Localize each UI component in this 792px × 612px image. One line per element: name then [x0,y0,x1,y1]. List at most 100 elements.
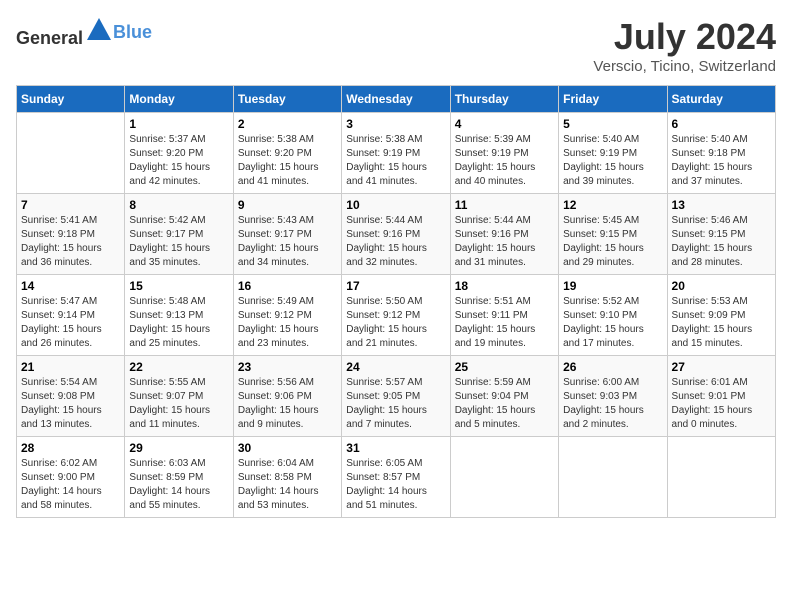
day-number: 10 [346,198,445,212]
calendar-cell: 28 Sunrise: 6:02 AMSunset: 9:00 PMDayligh… [17,437,125,518]
day-info: Sunrise: 5:42 AMSunset: 9:17 PMDaylight:… [129,214,228,270]
day-info: Sunrise: 6:01 AMSunset: 9:01 PMDaylight:… [672,376,771,432]
calendar-cell: 15 Sunrise: 5:48 AMSunset: 9:13 PMDayligh… [125,275,233,356]
calendar-cell [17,113,125,194]
day-info: Sunrise: 5:39 AMSunset: 9:19 PMDaylight:… [455,133,554,189]
day-info: Sunrise: 5:45 AMSunset: 9:15 PMDaylight:… [563,214,662,270]
day-info: Sunrise: 5:40 AMSunset: 9:18 PMDaylight:… [672,133,771,189]
calendar-body: 1Sunrise: 5:37 AMSunset: 9:20 PMDaylight… [17,113,776,518]
day-info: Sunrise: 5:41 AMSunset: 9:18 PMDaylight:… [21,214,120,270]
calendar-cell [450,437,558,518]
calendar-cell [667,437,775,518]
day-info: Sunrise: 5:43 AMSunset: 9:17 PMDaylight:… [238,214,337,270]
calendar-cell: 22 Sunrise: 5:55 AMSunset: 9:07 PMDayligh… [125,356,233,437]
day-info: Sunrise: 5:44 AMSunset: 9:16 PMDaylight:… [455,214,554,270]
calendar-cell: 9 Sunrise: 5:43 AMSunset: 9:17 PMDaylight… [233,194,341,275]
day-number: 28 [21,441,120,455]
day-number: 8 [129,198,228,212]
day-number: 30 [238,441,337,455]
column-header-tuesday: Tuesday [233,86,341,113]
day-number: 12 [563,198,662,212]
day-number: 29 [129,441,228,455]
day-info: Sunrise: 6:00 AMSunset: 9:03 PMDaylight:… [563,376,662,432]
logo-general-text: General [16,28,83,48]
calendar-cell: 8 Sunrise: 5:42 AMSunset: 9:17 PMDaylight… [125,194,233,275]
calendar-week-row: 14 Sunrise: 5:47 AMSunset: 9:14 PMDayligh… [17,275,776,356]
day-number: 6 [672,117,771,131]
calendar-cell: 4 Sunrise: 5:39 AMSunset: 9:19 PMDaylight… [450,113,558,194]
day-number: 9 [238,198,337,212]
day-number: 4 [455,117,554,131]
day-number: 23 [238,360,337,374]
day-number: 14 [21,279,120,293]
calendar-table: SundayMondayTuesdayWednesdayThursdayFrid… [16,85,776,518]
day-number: 24 [346,360,445,374]
column-header-sunday: Sunday [17,86,125,113]
calendar-cell [559,437,667,518]
calendar-cell: 27 Sunrise: 6:01 AMSunset: 9:01 PMDayligh… [667,356,775,437]
column-header-monday: Monday [125,86,233,113]
calendar-cell: 18Sunrise: 5:51 AMSunset: 9:11 PMDayligh… [450,275,558,356]
calendar-cell: 6 Sunrise: 5:40 AMSunset: 9:18 PMDaylight… [667,113,775,194]
location-title: Verscio, Ticino, Switzerland [593,58,776,75]
calendar-cell: 16Sunrise: 5:49 AMSunset: 9:12 PMDayligh… [233,275,341,356]
calendar-week-row: 1Sunrise: 5:37 AMSunset: 9:20 PMDaylight… [17,113,776,194]
day-number: 15 [129,279,228,293]
day-number: 26 [563,360,662,374]
calendar-cell: 20 Sunrise: 5:53 AMSunset: 9:09 PMDayligh… [667,275,775,356]
calendar-cell: 19Sunrise: 5:52 AMSunset: 9:10 PMDayligh… [559,275,667,356]
day-info: Sunrise: 6:03 AMSunset: 8:59 PMDaylight:… [129,457,228,513]
day-info: Sunrise: 5:37 AMSunset: 9:20 PMDaylight:… [129,133,228,189]
day-info: Sunrise: 6:02 AMSunset: 9:00 PMDaylight:… [21,457,120,513]
calendar-cell: 10 Sunrise: 5:44 AMSunset: 9:16 PMDayligh… [342,194,450,275]
day-info: Sunrise: 5:38 AMSunset: 9:20 PMDaylight:… [238,133,337,189]
day-info: Sunrise: 5:46 AMSunset: 9:15 PMDaylight:… [672,214,771,270]
day-info: Sunrise: 5:48 AMSunset: 9:13 PMDaylight:… [129,295,228,351]
day-info: Sunrise: 5:55 AMSunset: 9:07 PMDaylight:… [129,376,228,432]
calendar-cell: 30 Sunrise: 6:04 AMSunset: 8:58 PMDayligh… [233,437,341,518]
calendar-week-row: 21Sunrise: 5:54 AMSunset: 9:08 PMDayligh… [17,356,776,437]
calendar-cell: 1Sunrise: 5:37 AMSunset: 9:20 PMDaylight… [125,113,233,194]
month-title: July 2024 [593,16,776,58]
day-number: 11 [455,198,554,212]
day-info: Sunrise: 5:38 AMSunset: 9:19 PMDaylight:… [346,133,445,189]
calendar-cell: 7 Sunrise: 5:41 AMSunset: 9:18 PMDaylight… [17,194,125,275]
day-info: Sunrise: 5:56 AMSunset: 9:06 PMDaylight:… [238,376,337,432]
column-header-thursday: Thursday [450,86,558,113]
calendar-header-row: SundayMondayTuesdayWednesdayThursdayFrid… [17,86,776,113]
day-number: 27 [672,360,771,374]
day-number: 20 [672,279,771,293]
calendar-cell: 24Sunrise: 5:57 AMSunset: 9:05 PMDayligh… [342,356,450,437]
title-area: July 2024 Verscio, Ticino, Switzerland [593,16,776,75]
calendar-cell: 5Sunrise: 5:40 AMSunset: 9:19 PMDaylight… [559,113,667,194]
day-info: Sunrise: 5:44 AMSunset: 9:16 PMDaylight:… [346,214,445,270]
calendar-cell: 13Sunrise: 5:46 AMSunset: 9:15 PMDayligh… [667,194,775,275]
day-info: Sunrise: 6:04 AMSunset: 8:58 PMDaylight:… [238,457,337,513]
calendar-cell: 17Sunrise: 5:50 AMSunset: 9:12 PMDayligh… [342,275,450,356]
day-number: 18 [455,279,554,293]
calendar-week-row: 28 Sunrise: 6:02 AMSunset: 9:00 PMDayligh… [17,437,776,518]
day-number: 25 [455,360,554,374]
day-info: Sunrise: 5:50 AMSunset: 9:12 PMDaylight:… [346,295,445,351]
day-info: Sunrise: 6:05 AMSunset: 8:57 PMDaylight:… [346,457,445,513]
calendar-week-row: 7 Sunrise: 5:41 AMSunset: 9:18 PMDaylight… [17,194,776,275]
logo: General Blue [16,16,152,49]
calendar-cell: 14 Sunrise: 5:47 AMSunset: 9:14 PMDayligh… [17,275,125,356]
day-number: 16 [238,279,337,293]
logo-blue-text: Blue [113,22,152,42]
day-number: 22 [129,360,228,374]
day-info: Sunrise: 5:53 AMSunset: 9:09 PMDaylight:… [672,295,771,351]
day-info: Sunrise: 5:47 AMSunset: 9:14 PMDaylight:… [21,295,120,351]
day-number: 3 [346,117,445,131]
calendar-cell: 25 Sunrise: 5:59 AMSunset: 9:04 PMDayligh… [450,356,558,437]
calendar-cell: 23 Sunrise: 5:56 AMSunset: 9:06 PMDayligh… [233,356,341,437]
logo-icon [85,16,113,44]
calendar-cell: 3 Sunrise: 5:38 AMSunset: 9:19 PMDaylight… [342,113,450,194]
calendar-cell: 21Sunrise: 5:54 AMSunset: 9:08 PMDayligh… [17,356,125,437]
calendar-cell: 31 Sunrise: 6:05 AMSunset: 8:57 PMDayligh… [342,437,450,518]
column-header-friday: Friday [559,86,667,113]
day-number: 31 [346,441,445,455]
day-number: 21 [21,360,120,374]
day-number: 7 [21,198,120,212]
day-info: Sunrise: 5:59 AMSunset: 9:04 PMDaylight:… [455,376,554,432]
